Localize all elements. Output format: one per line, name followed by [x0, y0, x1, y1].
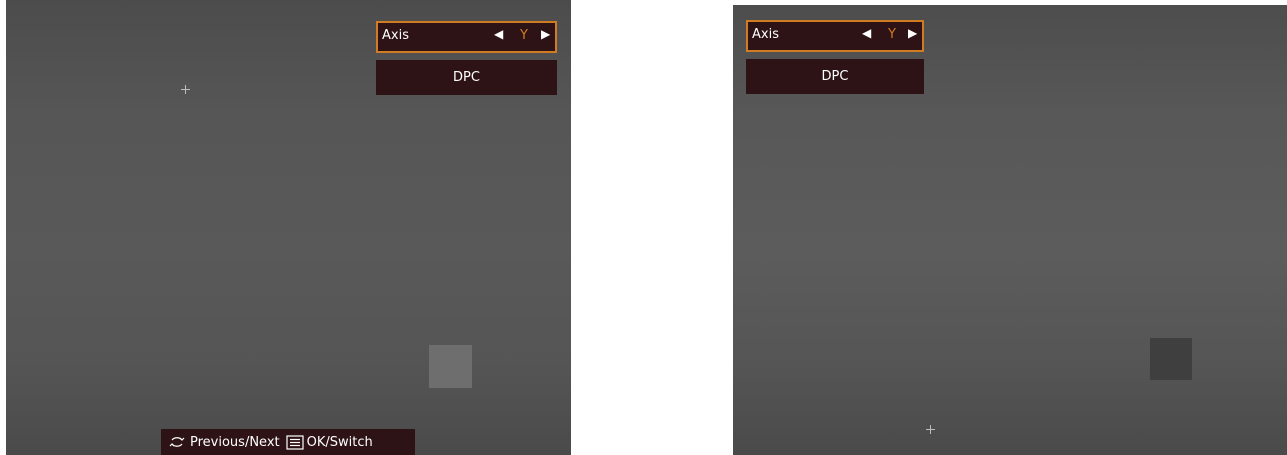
rotate-icon	[169, 435, 185, 449]
arrow-right-icon[interactable]: ▶	[908, 26, 917, 40]
arrow-left-icon[interactable]: ◀	[862, 26, 871, 40]
menu-icon	[286, 434, 304, 450]
dpc-button[interactable]: DPC	[376, 60, 557, 95]
arrow-left-icon[interactable]: ◀	[494, 27, 503, 41]
ok-switch-label: OK/Switch	[306, 434, 373, 450]
dpc-label: DPC	[821, 69, 849, 84]
crosshair-icon	[926, 425, 935, 434]
dpc-button[interactable]: DPC	[746, 59, 924, 94]
previous-next-label: Previous/Next	[190, 434, 280, 450]
crosshair-icon	[181, 85, 190, 94]
axis-label: Axis	[382, 28, 409, 43]
axis-selector[interactable]: Axis ◀ Y ▶	[376, 21, 557, 53]
bottom-help-bar: Previous/Next OK/Switch	[161, 429, 415, 455]
left-screen: Axis ◀ Y ▶ DPC Previous/Next OK/Switch	[6, 0, 571, 455]
right-screen: Axis ◀ Y ▶ DPC	[733, 5, 1287, 455]
axis-selector[interactable]: Axis ◀ Y ▶	[746, 20, 924, 52]
dpc-label: DPC	[453, 70, 480, 85]
axis-value: Y	[888, 27, 896, 42]
dpc-target-square	[1150, 338, 1192, 380]
arrow-right-icon[interactable]: ▶	[541, 27, 550, 41]
axis-value: Y	[520, 28, 528, 43]
dpc-target-square	[429, 345, 472, 388]
axis-label: Axis	[752, 27, 779, 42]
